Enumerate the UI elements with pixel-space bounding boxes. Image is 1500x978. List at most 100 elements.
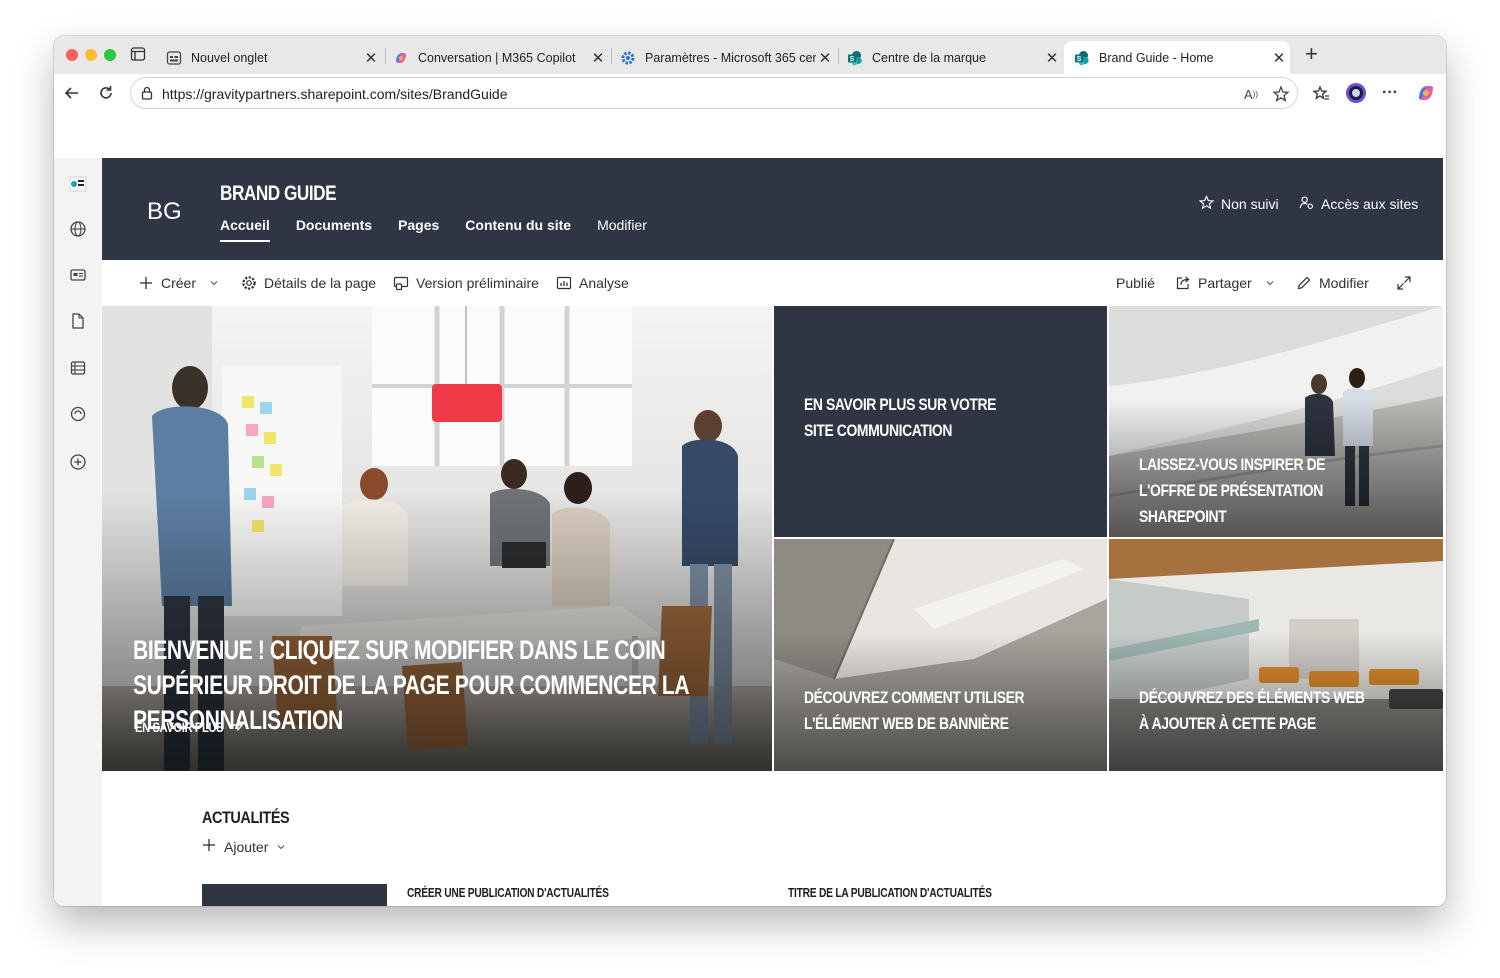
learn-more-link[interactable]: En savoir plus xyxy=(135,718,244,735)
tab-copilot[interactable]: Conversation | M365 Copilot ✕ xyxy=(383,41,609,74)
hero-tile-sharepoint-showcase[interactable]: Laissez-vous inspirer de l'offre de prés… xyxy=(1109,306,1443,537)
news-item-create[interactable]: CRÉER UNE PUBLICATION D'ACTUALITÉS xyxy=(407,886,609,900)
minimize-window-button[interactable] xyxy=(85,49,97,61)
share-button[interactable]: Partager xyxy=(1175,275,1278,291)
news-icon[interactable] xyxy=(68,265,88,285)
org-logo-icon[interactable] xyxy=(68,174,88,194)
lists-icon[interactable] xyxy=(68,358,88,378)
copilot-icon xyxy=(393,50,409,66)
back-icon[interactable] xyxy=(60,81,84,105)
arrow-right-icon xyxy=(228,718,244,735)
plus-icon xyxy=(202,838,216,855)
edit-page-button[interactable]: Modifier xyxy=(1296,275,1369,291)
nav-item-accueil[interactable]: Accueil xyxy=(220,217,270,242)
copilot-sidebar-icon[interactable] xyxy=(1414,81,1438,105)
svg-text:S: S xyxy=(1077,56,1082,63)
hero-tile-main[interactable]: Bienvenue ! Cliquez sur Modifier dans le… xyxy=(102,306,772,771)
preview-icon xyxy=(393,275,409,291)
files-icon[interactable] xyxy=(68,311,88,331)
close-tab-icon[interactable]: ✕ xyxy=(589,49,607,67)
star-outline-icon xyxy=(1198,195,1215,213)
analytics-label: Analyse xyxy=(579,275,629,291)
preview-label: Version préliminaire xyxy=(416,275,539,291)
nav-item-pages[interactable]: Pages xyxy=(398,217,439,233)
sharepoint-icon: S xyxy=(1074,50,1090,66)
hero-tile-banner-web-part[interactable]: Découvrez comment utiliser l'élément web… xyxy=(774,539,1107,771)
page-details-button[interactable]: Détails de la page xyxy=(241,275,376,291)
tile-2-caption[interactable]: En savoir plus sur votre site communicat… xyxy=(804,392,1025,444)
sharepoint-icon: S xyxy=(847,50,863,66)
follow-label: Non suivi xyxy=(1221,196,1279,212)
tab-brand-center[interactable]: S Centre de la marque ✕ xyxy=(837,41,1063,74)
site-title[interactable]: BRAND GUIDE xyxy=(220,182,337,206)
reload-icon[interactable] xyxy=(94,81,118,105)
sharepoint-app-bar xyxy=(54,158,102,906)
page-details-label: Détails de la page xyxy=(264,275,377,291)
chevron-down-icon xyxy=(276,839,286,855)
nav-item-contenu-du-site[interactable]: Contenu du site xyxy=(465,217,571,233)
tab-title: Paramètres - Microsoft 365 cer xyxy=(645,50,816,65)
close-window-button[interactable] xyxy=(66,49,78,61)
tab-title: Nouvel onglet xyxy=(191,50,268,65)
tab-title: Centre de la marque xyxy=(872,50,986,65)
tab-actions-icon[interactable] xyxy=(130,46,146,62)
news-thumbnail[interactable] xyxy=(202,884,387,906)
publish-status: Publié xyxy=(1116,275,1155,291)
tab-m365-settings[interactable]: Paramètres - Microsoft 365 cer ✕ xyxy=(610,41,836,74)
create-button[interactable]: Créer xyxy=(138,275,222,291)
chevron-down-icon xyxy=(1262,275,1278,291)
tab-title: Conversation | M365 Copilot xyxy=(418,50,576,65)
maximize-window-button[interactable] xyxy=(104,49,116,61)
plus-icon xyxy=(138,275,154,291)
analytics-button[interactable]: Analyse xyxy=(556,275,629,291)
svg-text:S: S xyxy=(850,56,855,63)
site-logo[interactable]: BG xyxy=(147,198,182,226)
url-text[interactable]: https://gravitypartners.sharepoint.com/s… xyxy=(162,86,508,102)
learn-more-label: En savoir plus xyxy=(135,718,224,735)
tab-new-tab[interactable]: Nouvel onglet ✕ xyxy=(156,41,382,74)
hero-tile-web-parts[interactable]: Découvrez des éléments web à ajouter à c… xyxy=(1109,539,1443,771)
tile-5-caption[interactable]: Découvrez des éléments web à ajouter à c… xyxy=(1139,685,1369,737)
close-tab-icon[interactable]: ✕ xyxy=(1270,49,1288,67)
admin-gear-icon xyxy=(620,50,636,66)
tile-3-caption[interactable]: Laissez-vous inspirer de l'offre de prés… xyxy=(1139,452,1360,530)
new-tab-icon xyxy=(166,50,182,66)
profile-avatar-icon[interactable] xyxy=(1344,81,1368,105)
site-access-button[interactable]: Accès aux sites xyxy=(1299,195,1418,213)
news-item-title[interactable]: TITRE DE LA PUBLICATION D'ACTUALITÉS xyxy=(788,886,992,900)
close-tab-icon[interactable]: ✕ xyxy=(362,49,380,67)
news-section-title: ACTUALITÉS xyxy=(202,808,290,827)
page-command-bar: Créer Détails de la page Version prélimi… xyxy=(102,260,1443,306)
globe-icon[interactable] xyxy=(68,219,88,239)
pencil-icon xyxy=(1296,275,1312,291)
add-app-icon[interactable] xyxy=(68,452,88,472)
analytics-icon xyxy=(556,275,572,291)
site-access-label: Accès aux sites xyxy=(1321,196,1419,212)
nav-item-documents[interactable]: Documents xyxy=(296,217,372,233)
more-menu-icon[interactable]: ··· xyxy=(1378,81,1402,105)
close-tab-icon[interactable]: ✕ xyxy=(1043,49,1061,67)
page-content: BG BRAND GUIDE Accueil Documents Pages C… xyxy=(54,112,1446,906)
expand-icon[interactable] xyxy=(1396,275,1412,291)
read-aloud-icon[interactable]: A)) xyxy=(1241,84,1261,104)
new-tab-button[interactable]: + xyxy=(1305,43,1318,65)
hero-web-part: Bienvenue ! Cliquez sur Modifier dans le… xyxy=(102,306,1443,771)
add-news-button[interactable]: Ajouter xyxy=(202,838,286,855)
follow-button[interactable]: Non suivi xyxy=(1198,195,1279,213)
site-header: BG BRAND GUIDE Accueil Documents Pages C… xyxy=(102,158,1443,260)
lock-icon[interactable] xyxy=(139,85,155,101)
favorite-star-icon[interactable] xyxy=(1271,84,1291,104)
address-bar[interactable]: https://gravitypartners.sharepoint.com/s… xyxy=(130,77,1298,109)
gear-icon xyxy=(241,275,257,291)
favorites-icon[interactable] xyxy=(1309,81,1333,105)
nav-edit-link[interactable]: Modifier xyxy=(597,217,647,233)
preview-button[interactable]: Version préliminaire xyxy=(393,275,539,291)
tab-brand-guide-home[interactable]: S Brand Guide - Home ✕ xyxy=(1064,41,1290,74)
share-icon xyxy=(1175,275,1191,291)
tile-4-caption[interactable]: Découvrez comment utiliser l'élément web… xyxy=(804,685,1034,737)
close-tab-icon[interactable]: ✕ xyxy=(816,49,834,67)
loop-icon[interactable] xyxy=(68,404,88,424)
site-navigation: Accueil Documents Pages Contenu du site … xyxy=(220,217,647,242)
hero-tile-communication-site[interactable]: En savoir plus sur votre site communicat… xyxy=(774,306,1107,537)
create-label: Créer xyxy=(161,275,197,291)
